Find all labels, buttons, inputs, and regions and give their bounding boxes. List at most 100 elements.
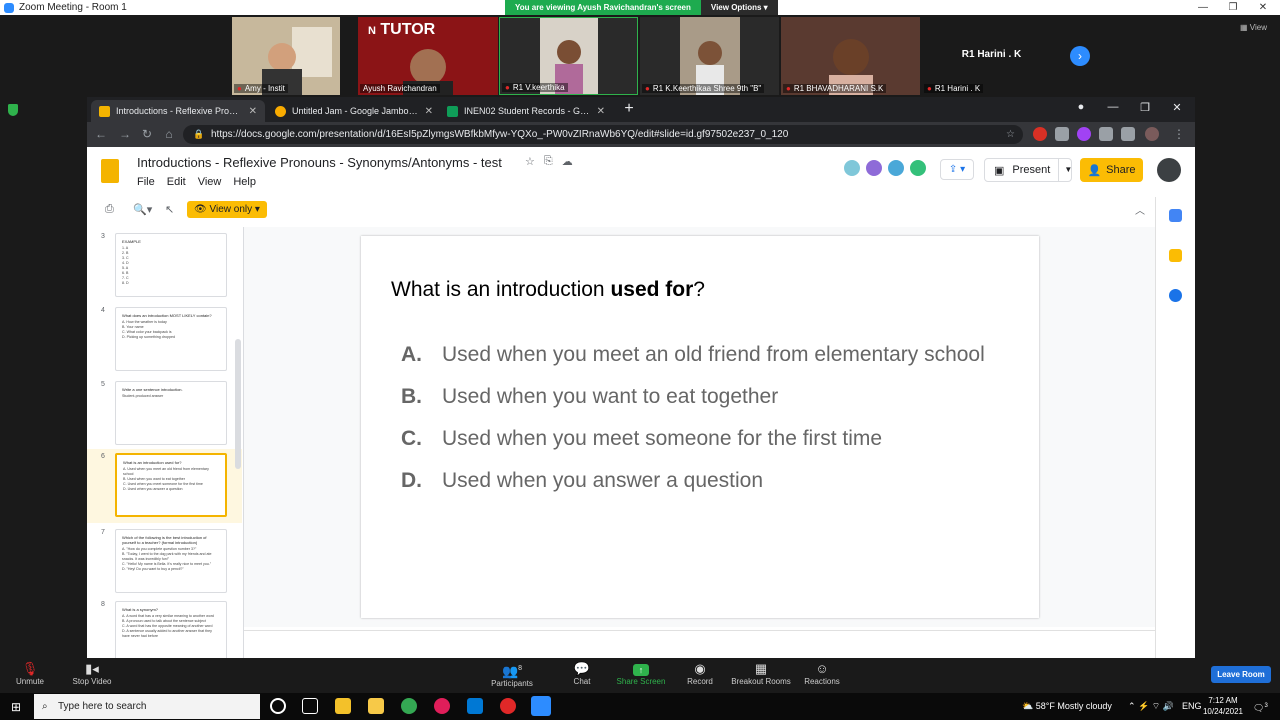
filmstrip-item[interactable]: 5 Write a one sentence introduction. Stu… <box>87 377 242 451</box>
participants-button[interactable]: 👥8 Participants <box>488 661 536 688</box>
slide-thumbnail[interactable]: What does an introduction MOST LIKELY co… <box>115 307 227 371</box>
close-icon[interactable]: ✕ <box>1248 0 1278 15</box>
collapse-menus-icon[interactable]: ︿ <box>1135 202 1145 217</box>
security-shield-icon[interactable] <box>8 104 18 116</box>
chevron-down-icon[interactable]: ▼ <box>1058 159 1077 181</box>
back-icon[interactable]: ← <box>93 127 109 141</box>
store-icon[interactable] <box>335 698 351 714</box>
star-icon[interactable]: ☆ <box>525 155 535 168</box>
extension-icon[interactable] <box>1055 127 1069 141</box>
browser-profile-icon[interactable]: ● <box>1067 101 1095 113</box>
filmstrip-scrollbar[interactable] <box>235 339 241 469</box>
participant-tile-no-video[interactable]: R1 Harini . K ● R1 Harini . K <box>922 17 1061 95</box>
filmstrip-item[interactable]: 3 EXAMPLE 1. A 2. B 3. C 4. D 5. A 6. B 7. C 8.… <box>87 229 242 303</box>
extension-icon[interactable] <box>1033 127 1047 141</box>
gallery-view-button[interactable]: ▦ View <box>1240 23 1267 32</box>
collaborator-avatar[interactable] <box>864 158 884 178</box>
participant-tile-active-speaker[interactable]: ● R1 V.keerthika <box>499 17 638 95</box>
address-bar[interactable]: 🔒 https://docs.google.com/presentation/d… <box>183 125 1023 144</box>
media-player-icon[interactable] <box>500 698 516 714</box>
unmute-button[interactable]: 🎙 Unmute <box>14 661 46 686</box>
filmstrip-item-selected[interactable]: 6 What is an introduction used for? A. U… <box>87 449 242 523</box>
share-screen-button[interactable]: ↑ Share Screen <box>616 661 666 686</box>
cloud-status-icon[interactable]: ☁ <box>562 155 573 168</box>
slide-thumbnail[interactable]: What is a synonym? A. A word that has a … <box>115 601 227 660</box>
cortana-icon[interactable] <box>270 698 286 714</box>
speaker-notes-bar[interactable] <box>244 630 1155 660</box>
slide-thumbnail[interactable]: Which of the following is the best intro… <box>115 529 227 593</box>
participant-tile[interactable]: ● R1 BHAVADHARANI S.K <box>781 17 920 95</box>
system-clock[interactable]: 7:12 AM 10/24/2021 <box>1198 695 1248 717</box>
browser-menu-icon[interactable]: ⋮ <box>1171 127 1187 141</box>
move-icon[interactable]: ⎘ <box>544 155 553 168</box>
record-button[interactable]: ◉ Record <box>686 661 714 686</box>
tab-sheets[interactable]: INEN02 Student Records - Googl ✕ <box>439 100 613 122</box>
bookmark-star-icon[interactable]: ☆ <box>1006 125 1015 144</box>
filmstrip-item[interactable]: 4 What does an introduction MOST LIKELY … <box>87 303 242 377</box>
extension-icon[interactable] <box>1077 127 1091 141</box>
present-to-meeting-button[interactable]: ⇪ ▾ <box>940 159 974 180</box>
participant-tile[interactable]: ● R1 K.Keerthikaa Shree 9th "B" <box>640 17 779 95</box>
print-icon[interactable]: ⎙ <box>105 203 114 216</box>
calendar-icon[interactable] <box>1169 209 1182 222</box>
browser-close-icon[interactable]: ✕ <box>1163 101 1191 114</box>
outlook-icon[interactable] <box>467 698 483 714</box>
slide-thumbnail[interactable]: EXAMPLE 1. A 2. B 3. C 4. D 5. A 6. B 7. C 8. D <box>115 233 227 297</box>
stop-video-button[interactable]: ▮◂ Stop Video <box>70 661 114 686</box>
browser-minimize-icon[interactable]: — <box>1099 101 1127 113</box>
notification-center-icon[interactable]: 🗨3 <box>1253 693 1268 720</box>
slides-logo-icon[interactable] <box>101 159 119 183</box>
view-options-button[interactable]: View Options ▾ <box>700 0 778 15</box>
media-control-icon[interactable] <box>1121 127 1135 141</box>
document-title[interactable]: Introductions - Reflexive Pronouns - Syn… <box>137 155 502 170</box>
collaborator-avatar[interactable] <box>842 158 862 178</box>
keep-icon[interactable] <box>1169 249 1182 262</box>
zoom-app-icon[interactable] <box>531 696 551 716</box>
slack-icon[interactable] <box>434 698 450 714</box>
maximize-icon[interactable]: ❐ <box>1218 0 1248 15</box>
collaborator-avatar[interactable] <box>908 158 928 178</box>
present-button[interactable]: ▣ Present ▼ <box>984 158 1072 182</box>
breakout-rooms-button[interactable]: ▦ Breakout Rooms <box>731 661 791 686</box>
menu-file[interactable]: File <box>137 176 155 188</box>
gallery-next-page-button[interactable]: › <box>1070 46 1090 66</box>
current-slide[interactable]: What is an introduction used for? A. Used… <box>361 236 1039 618</box>
collaborator-avatar[interactable] <box>886 158 906 178</box>
leave-room-button[interactable]: Leave Room <box>1211 666 1271 683</box>
view-only-dropdown[interactable]: 👁 View only ▾ <box>187 201 267 218</box>
extensions-puzzle-icon[interactable] <box>1099 127 1113 141</box>
participant-tile[interactable]: ● Amy - Instit <box>232 17 340 95</box>
reactions-button[interactable]: ☺ Reactions <box>804 661 840 686</box>
reload-icon[interactable]: ↻ <box>139 127 155 141</box>
participant-tile[interactable]: N TUTOR Ayush Ravichandran <box>358 17 498 95</box>
chrome-icon[interactable] <box>401 698 417 714</box>
tab-slides[interactable]: Introductions - Reflexive Pronoun ✕ <box>91 100 265 122</box>
tab-jamboard[interactable]: Untitled Jam - Google Jamboard ✕ <box>267 100 441 122</box>
taskbar-search-box[interactable]: ⌕ Type here to search <box>34 694 260 719</box>
menu-view[interactable]: View <box>198 176 222 188</box>
zoom-icon[interactable]: 🔍▾ <box>133 203 152 216</box>
account-avatar[interactable] <box>1157 158 1181 182</box>
minimize-icon[interactable]: — <box>1188 0 1218 15</box>
filmstrip-item[interactable]: 8 What is a synonym? A. A word that has … <box>87 597 242 660</box>
file-explorer-icon[interactable] <box>368 698 384 714</box>
filmstrip-item[interactable]: 7 Which of the following is the best int… <box>87 525 242 599</box>
home-icon[interactable]: ⌂ <box>161 127 177 141</box>
tasks-icon[interactable] <box>1169 289 1182 302</box>
weather-widget[interactable]: ⛅ 58°F Mostly cloudy <box>1022 693 1112 720</box>
close-tab-icon[interactable]: ✕ <box>425 106 433 117</box>
menu-edit[interactable]: Edit <box>167 176 186 188</box>
system-tray-icons[interactable]: ⌃ ⚡ ⌔ 🔊 <box>1128 693 1174 720</box>
task-view-icon[interactable] <box>302 698 318 714</box>
close-tab-icon[interactable]: ✕ <box>597 106 605 117</box>
close-tab-icon[interactable]: ✕ <box>249 106 257 117</box>
slide-thumbnail-selected[interactable]: What is an introduction used for? A. Use… <box>115 453 227 517</box>
browser-maximize-icon[interactable]: ❐ <box>1131 101 1159 114</box>
new-tab-button[interactable]: + <box>619 100 639 118</box>
chat-button[interactable]: 💬 Chat <box>570 661 594 686</box>
windows-start-icon[interactable]: ⊞ <box>11 700 21 714</box>
profile-avatar[interactable] <box>1145 127 1159 141</box>
share-button[interactable]: 👤 Share <box>1080 158 1143 182</box>
forward-icon[interactable]: → <box>117 127 133 141</box>
menu-help[interactable]: Help <box>233 176 256 188</box>
